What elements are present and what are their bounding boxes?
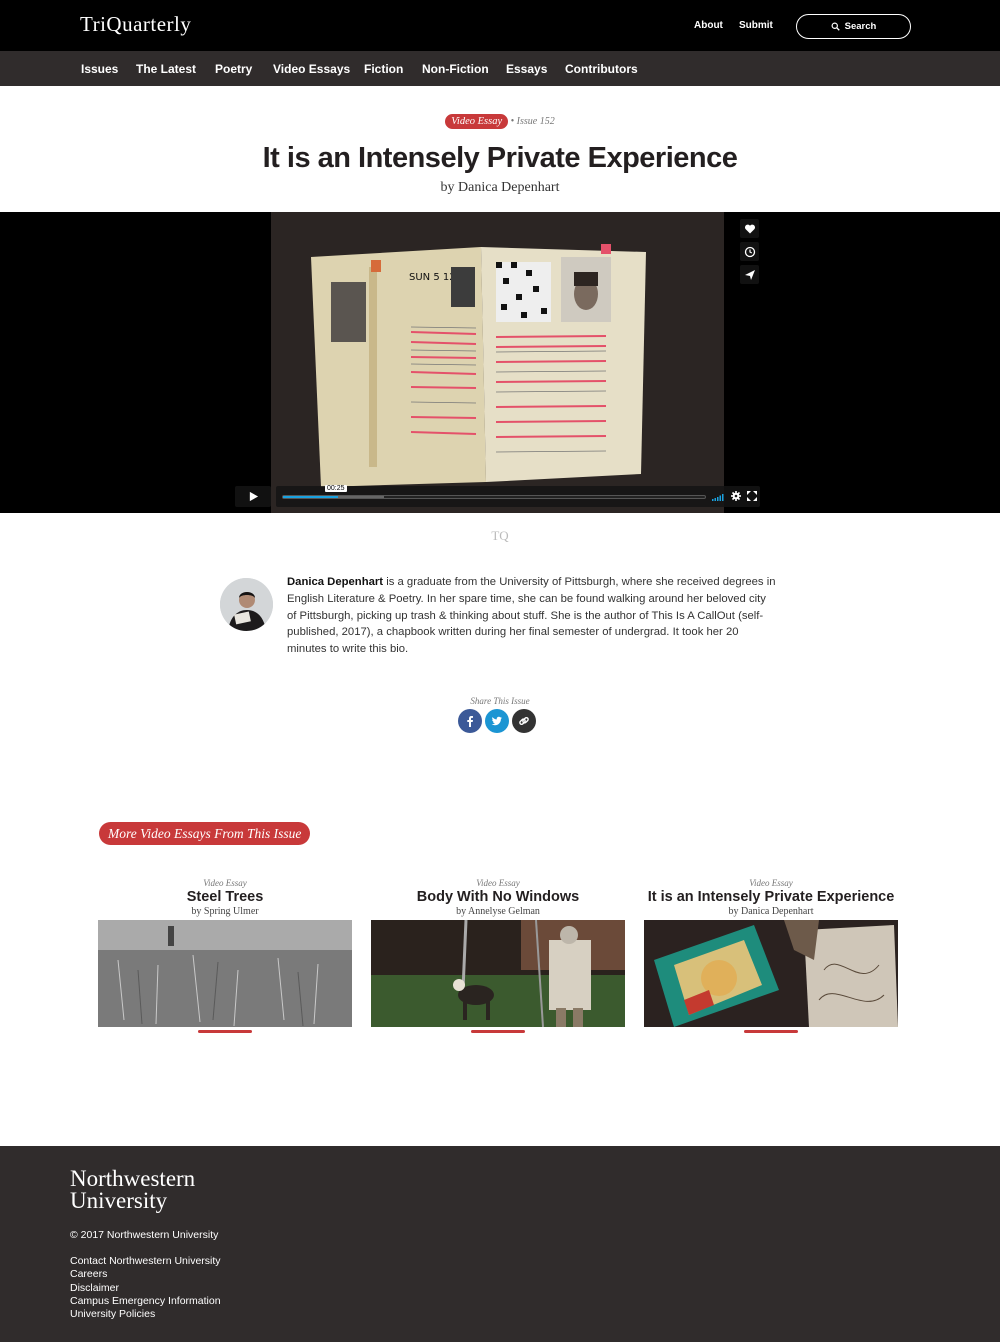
search-button[interactable]: Search (796, 14, 911, 39)
fullscreen-icon[interactable] (746, 490, 758, 502)
footer-link-contact[interactable]: Contact Northwestern University (70, 1255, 221, 1268)
clock-icon (744, 246, 755, 257)
about-link[interactable]: About (694, 20, 723, 31)
video-controls (276, 486, 760, 507)
facebook-share-button[interactable] (458, 709, 482, 733)
site-footer: Northwestern University © 2017 Northwest… (0, 1146, 1000, 1342)
svg-text:SUN 5 12: SUN 5 12 (409, 272, 456, 283)
author-photo (220, 578, 273, 631)
nav-item-video-essays[interactable]: Video Essays (273, 62, 350, 76)
card-type: Video Essay (749, 878, 793, 888)
video-essay-card[interactable]: Video Essay Body With No Windows by Anne… (371, 878, 625, 1033)
volume-icon[interactable] (712, 490, 724, 502)
footer-link-emergency[interactable]: Campus Emergency Information (70, 1295, 221, 1308)
card-accent-bar (744, 1030, 798, 1033)
card-accent-bar (471, 1030, 525, 1033)
nav-item-essays[interactable]: Essays (506, 62, 547, 76)
nav-item-contributors[interactable]: Contributors (565, 62, 638, 76)
share-video-button[interactable] (740, 265, 759, 284)
nav-item-fiction[interactable]: Fiction (364, 62, 403, 76)
more-section-heading: More Video Essays From This Issue (99, 822, 311, 845)
video-essay-card[interactable]: Video Essay Steel Trees by Spring Ulmer (98, 878, 352, 1033)
video-frame[interactable]: SUN 5 12 (271, 212, 724, 513)
card-thumbnail[interactable] (644, 920, 898, 1027)
search-label: Search (844, 21, 877, 32)
settings-gear-icon[interactable] (730, 490, 742, 502)
played-fill (283, 496, 338, 498)
author-bio: Danica Depenhart is a graduate from the … (287, 574, 777, 658)
share-label: Share This Issue (470, 696, 530, 706)
twitter-icon (491, 716, 502, 726)
card-author: by Danica Depenhart (728, 906, 814, 917)
footer-link-disclaimer[interactable]: Disclaimer (70, 1282, 221, 1295)
card-thumbnail[interactable] (371, 920, 625, 1027)
card-author: by Spring Ulmer (191, 906, 259, 917)
issue-label: • Issue 152 (510, 116, 555, 127)
play-button[interactable] (235, 486, 271, 507)
tq-divider-mark: TQ (491, 528, 509, 543)
main-nav: Issues The Latest Poetry Video Essays Fi… (0, 51, 1000, 86)
logo-line-2: University (70, 1188, 168, 1213)
card-type: Video Essay (203, 878, 247, 888)
facebook-icon (467, 716, 473, 727)
submit-link[interactable]: Submit (739, 20, 773, 31)
card-thumbnail[interactable] (98, 920, 352, 1027)
card-title[interactable]: Body With No Windows (371, 889, 625, 905)
twitter-share-button[interactable] (485, 709, 509, 733)
footer-link-policies[interactable]: University Policies (70, 1308, 221, 1321)
card-accent-bar (198, 1030, 252, 1033)
category-badge[interactable]: Video Essay (445, 114, 509, 129)
nav-item-issues[interactable]: Issues (81, 62, 118, 76)
steel-trees-thumbnail (98, 920, 352, 1027)
video-still-book-image: SUN 5 12 (271, 212, 724, 513)
link-icon (519, 716, 529, 726)
progress-bar[interactable] (282, 495, 706, 499)
logo-line-1: Northwestern (70, 1166, 196, 1191)
article-meta: Video Essay • Issue 152 (0, 114, 1000, 129)
heart-icon (744, 224, 755, 233)
card-title[interactable]: Steel Trees (98, 889, 352, 905)
private-experience-thumbnail (644, 920, 898, 1027)
card-author: by Annelyse Gelman (456, 906, 540, 917)
article-byline: by Danica Depenhart (440, 180, 560, 195)
author-name[interactable]: Danica Depenhart (287, 576, 383, 588)
top-header: TriQuarterly About Submit Search (0, 0, 1000, 51)
play-icon (249, 491, 258, 502)
page-title: It is an Intensely Private Experience (262, 142, 738, 174)
current-time: 00:25 (325, 485, 347, 492)
footer-links: Contact Northwestern University Careers … (70, 1255, 221, 1321)
northwestern-logo[interactable]: Northwestern University (70, 1166, 196, 1213)
like-button[interactable] (740, 219, 759, 238)
author-avatar (220, 578, 273, 631)
card-title[interactable]: It is an Intensely Private Experience (644, 889, 898, 905)
paper-plane-icon (744, 269, 755, 280)
watch-later-button[interactable] (740, 242, 759, 261)
nav-item-the-latest[interactable]: The Latest (136, 62, 196, 76)
copy-link-button[interactable] (512, 709, 536, 733)
video-essay-card[interactable]: Video Essay It is an Intensely Private E… (644, 878, 898, 1033)
body-with-no-windows-thumbnail (371, 920, 625, 1027)
footer-link-careers[interactable]: Careers (70, 1268, 221, 1281)
video-player[interactable]: SUN 5 12 (0, 212, 1000, 513)
nav-item-non-fiction[interactable]: Non-Fiction (422, 62, 489, 76)
search-icon (831, 22, 840, 31)
copyright: © 2017 Northwestern University (70, 1229, 219, 1241)
card-type: Video Essay (476, 878, 520, 888)
site-logo[interactable]: TriQuarterly (80, 12, 191, 37)
nav-item-poetry[interactable]: Poetry (215, 62, 252, 76)
